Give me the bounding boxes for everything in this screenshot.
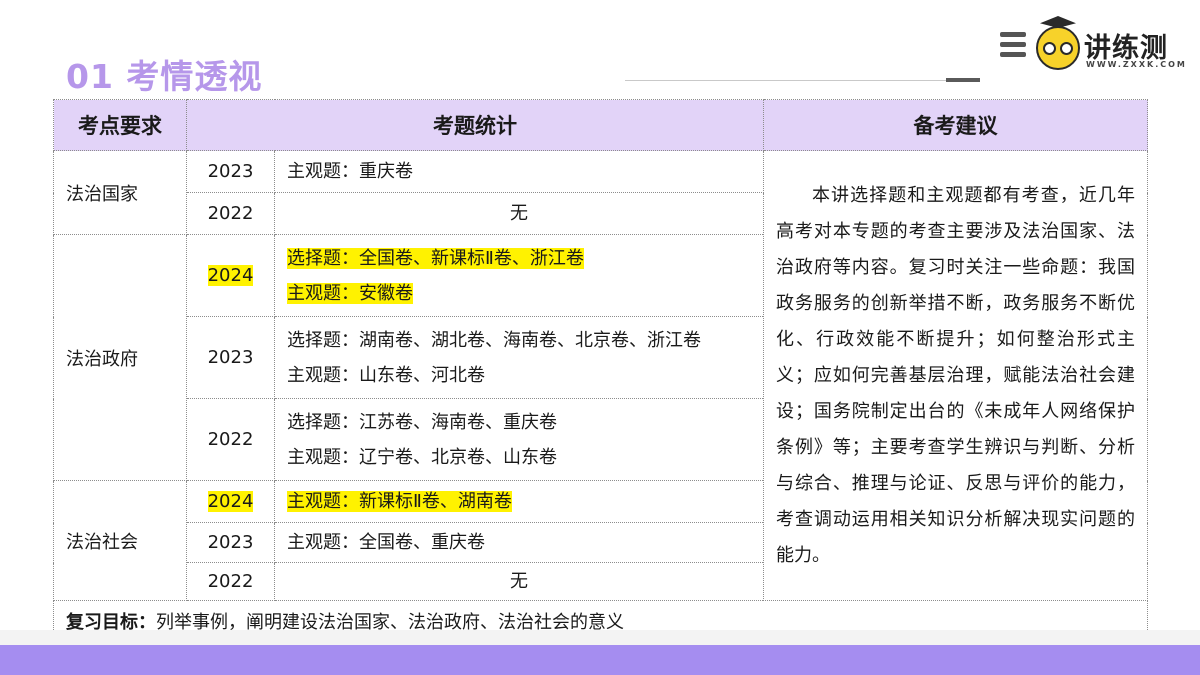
menu-icon	[1000, 32, 1026, 62]
detail-line: 主观题：安徽卷	[287, 282, 413, 304]
detail-line: 选择题：湖南卷、湖北卷、海南卷、北京卷、浙江卷	[287, 329, 701, 351]
detail-cell: 选择题：江苏卷、海南卷、重庆卷 主观题：辽宁卷、北京卷、山东卷	[274, 398, 764, 481]
detail-line: 主观题：山东卷、河北卷	[287, 364, 485, 386]
detail-cell: 无	[274, 192, 764, 235]
detail-cell: 主观题：重庆卷	[274, 150, 764, 193]
bottom-shade	[0, 630, 1200, 645]
year-cell: 2024	[186, 234, 275, 317]
detail-line: 主观题：新课标Ⅱ卷、湖南卷	[287, 491, 512, 512]
mascot-icon	[1036, 16, 1080, 70]
exam-analysis-table: 考点要求 考题统计 备考建议 法治国家 2023 主观题：重庆卷本讲选择题和主观题都…	[53, 99, 1148, 642]
brand-logo: 讲练测 WWW.ZXXK.COM	[1000, 16, 1185, 74]
bottom-band	[0, 645, 1200, 675]
year-value: 2022	[207, 203, 254, 224]
year-cell: 2023	[186, 150, 275, 193]
detail-line: 主观题：全国卷、重庆卷	[287, 532, 485, 553]
brand-url: WWW.ZXXK.COM	[1086, 60, 1187, 69]
title-divider	[625, 80, 980, 81]
detail-line-wrap: 选择题：湖南卷、湖北卷、海南卷、北京卷、浙江卷	[287, 323, 751, 358]
detail-line-wrap: 无	[287, 196, 751, 231]
table-row: 法治国家 2023 主观题：重庆卷本讲选择题和主观题都有考查，近几年高考对本专题的考…	[53, 150, 1148, 601]
year-cell: 2024	[186, 480, 275, 523]
year-value: 2023	[207, 161, 254, 182]
header-advice: 备考建议	[763, 99, 1148, 151]
year-value: 2024	[207, 265, 254, 286]
year-cell: 2022	[186, 562, 275, 601]
detail-cell: 选择题：全国卷、新课标Ⅱ卷、浙江卷 主观题：安徽卷	[274, 234, 764, 317]
detail-line: 主观题：辽宁卷、北京卷、山东卷	[287, 446, 557, 468]
detail-cell: 无	[274, 562, 764, 601]
detail-line: 无	[510, 571, 528, 592]
year-cell: 2023	[186, 522, 275, 563]
detail-line-wrap: 选择题：江苏卷、海南卷、重庆卷	[287, 405, 751, 440]
topic-cell: 法治社会	[53, 480, 187, 601]
detail-cell: 主观题：全国卷、重庆卷	[274, 522, 764, 563]
topic-cell: 法治国家	[53, 150, 187, 235]
detail-line-wrap: 主观题：全国卷、重庆卷	[287, 525, 751, 560]
detail-line: 选择题：全国卷、新课标Ⅱ卷、浙江卷	[287, 247, 584, 269]
detail-line-wrap: 主观题：辽宁卷、北京卷、山东卷	[287, 440, 751, 475]
header-topic: 考点要求	[53, 99, 187, 151]
detail-cell: 选择题：湖南卷、湖北卷、海南卷、北京卷、浙江卷 主观题：山东卷、河北卷	[274, 316, 764, 399]
year-value: 2022	[207, 571, 254, 592]
year-value: 2023	[207, 347, 254, 368]
advice-cell: 本讲选择题和主观题都有考查，近几年高考对本专题的考查主要涉及法治国家、法治政府等…	[763, 150, 1148, 601]
detail-line-wrap: 主观题：山东卷、河北卷	[287, 358, 751, 393]
year-cell: 2022	[186, 192, 275, 235]
detail-line: 选择题：江苏卷、海南卷、重庆卷	[287, 411, 557, 433]
detail-line-wrap: 无	[287, 564, 751, 599]
year-value: 2022	[207, 429, 254, 450]
table-header-row: 考点要求 考题统计 备考建议	[53, 99, 1148, 151]
detail-line-wrap: 主观题：新课标Ⅱ卷、湖南卷	[287, 484, 751, 519]
advice-text: 本讲选择题和主观题都有考查，近几年高考对本专题的考查主要涉及法治国家、法治政府等…	[776, 184, 1135, 566]
detail-line-wrap: 主观题：安徽卷	[287, 276, 751, 311]
detail-line-wrap: 主观题：重庆卷	[287, 154, 751, 189]
year-cell: 2023	[186, 316, 275, 399]
topic-cell: 法治政府	[53, 234, 187, 481]
detail-line: 无	[510, 203, 528, 224]
year-value: 2023	[207, 532, 254, 553]
detail-line-wrap: 选择题：全国卷、新课标Ⅱ卷、浙江卷	[287, 241, 751, 276]
page-title: 01 考情透视	[66, 57, 263, 96]
year-value: 2024	[207, 491, 254, 512]
detail-line: 主观题：重庆卷	[287, 161, 413, 182]
title-divider-accent	[946, 78, 980, 82]
detail-cell: 主观题：新课标Ⅱ卷、湖南卷	[274, 480, 764, 523]
header-stats: 考题统计	[186, 99, 764, 151]
year-cell: 2022	[186, 398, 275, 481]
